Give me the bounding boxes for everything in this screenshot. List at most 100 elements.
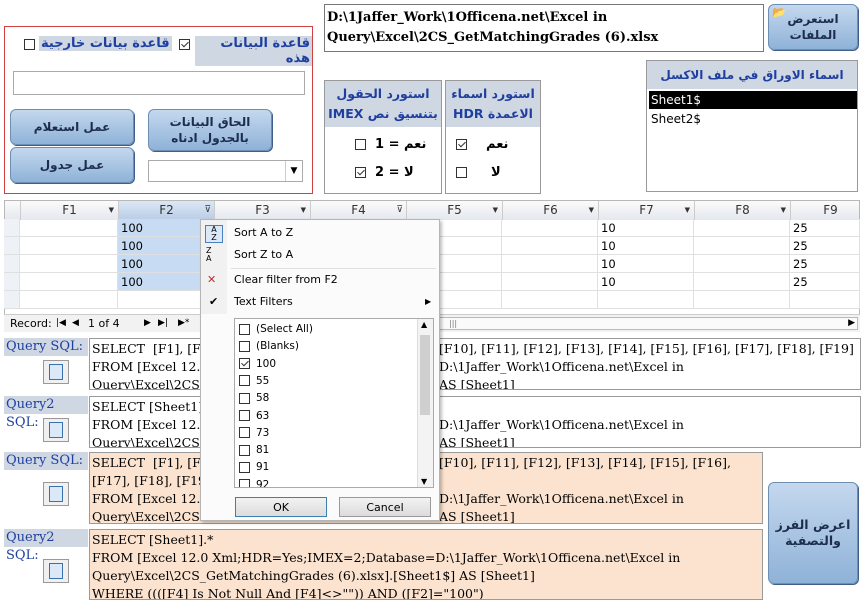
grid-cell[interactable] (694, 273, 790, 291)
append-data-button[interactable]: الحاق البيانات بالجدول ادناه (148, 109, 272, 151)
column-header-f6[interactable]: F6 ▼ (503, 201, 599, 220)
copy-icon[interactable] (43, 482, 69, 506)
copy-icon[interactable] (43, 418, 69, 442)
copy-icon[interactable] (43, 559, 69, 583)
prev-record-icon[interactable]: ◀ (72, 315, 79, 332)
filter-value-checkbox[interactable] (239, 461, 250, 473)
column-header-f2[interactable]: F2 ⊽ (119, 201, 215, 220)
sheet-list-item[interactable]: Sheet1$ (649, 91, 857, 109)
filter-value-item[interactable]: (Blanks) (239, 338, 299, 355)
grid-cell[interactable] (694, 219, 790, 237)
filter-value-checkbox[interactable] (239, 358, 250, 370)
grid-cell[interactable] (694, 255, 790, 273)
grid-cell[interactable] (502, 237, 598, 255)
grid-cell[interactable]: 10 (598, 273, 694, 291)
imex-opt2-checkbox[interactable] (355, 167, 366, 178)
column-header-f1[interactable]: F1 ▼ (21, 201, 119, 220)
db-path-input[interactable] (13, 71, 305, 95)
column-header-f7[interactable]: F7 ▼ (599, 201, 695, 220)
grid-cell[interactable]: 25 (790, 219, 860, 237)
grid-cell[interactable] (20, 291, 118, 309)
sort-z-to-a-item[interactable]: ZA Sort Z to A (201, 244, 439, 266)
grid-cell[interactable]: 25 (790, 255, 860, 273)
this-db-checkbox[interactable] (179, 39, 190, 50)
filter-value-item[interactable]: (Select All) (239, 321, 313, 338)
record-position[interactable]: 1 of 4 (88, 315, 120, 332)
filter-value-item[interactable]: 73 (239, 425, 269, 442)
ok-button[interactable]: OK (235, 497, 327, 517)
filter-value-checkbox[interactable] (239, 375, 250, 387)
sheet-list-item[interactable]: Sheet2$ (649, 110, 857, 128)
column-header-f5[interactable]: F5 ▼ (407, 201, 503, 220)
filter-value-item[interactable]: 91 (239, 459, 269, 476)
scroll-right-icon[interactable]: ▶ (848, 318, 855, 329)
cancel-button[interactable]: Cancel (339, 497, 431, 517)
column-header-f8[interactable]: F8 ▼ (695, 201, 791, 220)
grid-cell[interactable] (790, 291, 860, 309)
text-filters-item[interactable]: ✔ Text Filters ▶ (201, 291, 439, 313)
filter-value-checkbox[interactable] (239, 392, 250, 404)
filter-value-item[interactable]: 63 (239, 408, 269, 425)
clear-filter-item[interactable]: ✕ Clear filter from F2 (201, 269, 439, 291)
grid-cell[interactable] (502, 273, 598, 291)
grid-cell[interactable]: 10 (598, 219, 694, 237)
grid-cell[interactable]: 10 (598, 237, 694, 255)
grid-cell[interactable] (502, 219, 598, 237)
hdr-no-checkbox[interactable] (456, 167, 467, 178)
sql-text-box[interactable]: SELECT [Sheet1].* FROM [Excel 12.0 Xml;H… (89, 529, 763, 600)
show-sort-filter-button[interactable]: اعرض الفرز والتصفية (768, 482, 858, 584)
filter-icon[interactable]: ⊽ (396, 201, 403, 220)
scroll-down-icon[interactable]: ▼ (421, 477, 427, 486)
next-record-icon[interactable]: ▶ (144, 315, 151, 332)
hdr-yes-checkbox[interactable] (456, 139, 467, 150)
row-selector[interactable] (4, 255, 20, 273)
grid-cell[interactable] (20, 273, 118, 291)
grid-cell[interactable]: 25 (790, 237, 860, 255)
filter-value-checkbox[interactable] (239, 427, 250, 439)
last-record-icon[interactable]: ▶| (158, 315, 168, 332)
row-selector[interactable] (4, 291, 20, 309)
grid-cell[interactable] (694, 291, 790, 309)
filter-icon[interactable]: ⊽ (204, 201, 211, 220)
table-select[interactable]: ▼ (148, 160, 303, 182)
first-record-icon[interactable]: |◀ (56, 315, 66, 332)
scroll-thumb[interactable] (420, 335, 430, 415)
row-selector[interactable] (4, 219, 20, 237)
grid-cell[interactable] (20, 219, 118, 237)
grid-cell[interactable] (694, 237, 790, 255)
grid-cell[interactable] (598, 291, 694, 309)
column-header-f4[interactable]: F4 ⊽ (311, 201, 407, 220)
filter-value-checkbox[interactable] (239, 444, 250, 456)
dropdown-arrow-icon[interactable]: ▼ (685, 201, 690, 220)
dropdown-arrow-icon[interactable]: ▼ (493, 201, 498, 220)
copy-icon[interactable] (43, 360, 69, 384)
imex-opt1-checkbox[interactable] (355, 139, 366, 150)
new-record-icon[interactable]: ▶* (178, 315, 189, 332)
filter-value-item[interactable]: 55 (239, 373, 269, 390)
column-header-f9[interactable]: F9 (791, 201, 859, 220)
dropdown-arrow-icon[interactable]: ▼ (301, 201, 306, 220)
filter-value-checkbox[interactable] (239, 410, 250, 421)
filter-values-list[interactable]: (Select All) (Blanks) 100 55 58 63 73 81 91 92 ▲ … (234, 318, 434, 488)
make-table-button[interactable]: عمل جدول (10, 147, 134, 183)
grid-cell[interactable] (20, 255, 118, 273)
sort-a-to-z-item[interactable]: AZ Sort A to Z (201, 222, 439, 244)
row-selector[interactable] (4, 273, 20, 291)
filter-value-checkbox[interactable] (239, 323, 250, 335)
external-db-checkbox[interactable] (24, 39, 35, 50)
scroll-up-icon[interactable]: ▲ (421, 320, 427, 329)
dropdown-arrow-icon[interactable]: ▼ (589, 201, 594, 220)
filter-value-item[interactable]: 100 (239, 356, 276, 373)
vertical-scrollbar[interactable]: ▲ ▼ (417, 319, 433, 487)
dropdown-arrow-icon[interactable]: ▼ (109, 201, 114, 220)
horizontal-scrollbar[interactable]: ||| ▶ (434, 317, 858, 330)
dropdown-arrow-icon[interactable]: ▼ (781, 201, 786, 220)
grid-cell[interactable] (20, 237, 118, 255)
row-selector[interactable] (4, 237, 20, 255)
filter-value-checkbox[interactable] (239, 340, 250, 352)
column-header-f3[interactable]: F3 ▼ (215, 201, 311, 220)
scroll-thumb[interactable]: ||| (449, 319, 457, 329)
grid-cell[interactable] (502, 291, 598, 309)
grid-cell[interactable]: 25 (790, 273, 860, 291)
grid-cell[interactable] (502, 255, 598, 273)
